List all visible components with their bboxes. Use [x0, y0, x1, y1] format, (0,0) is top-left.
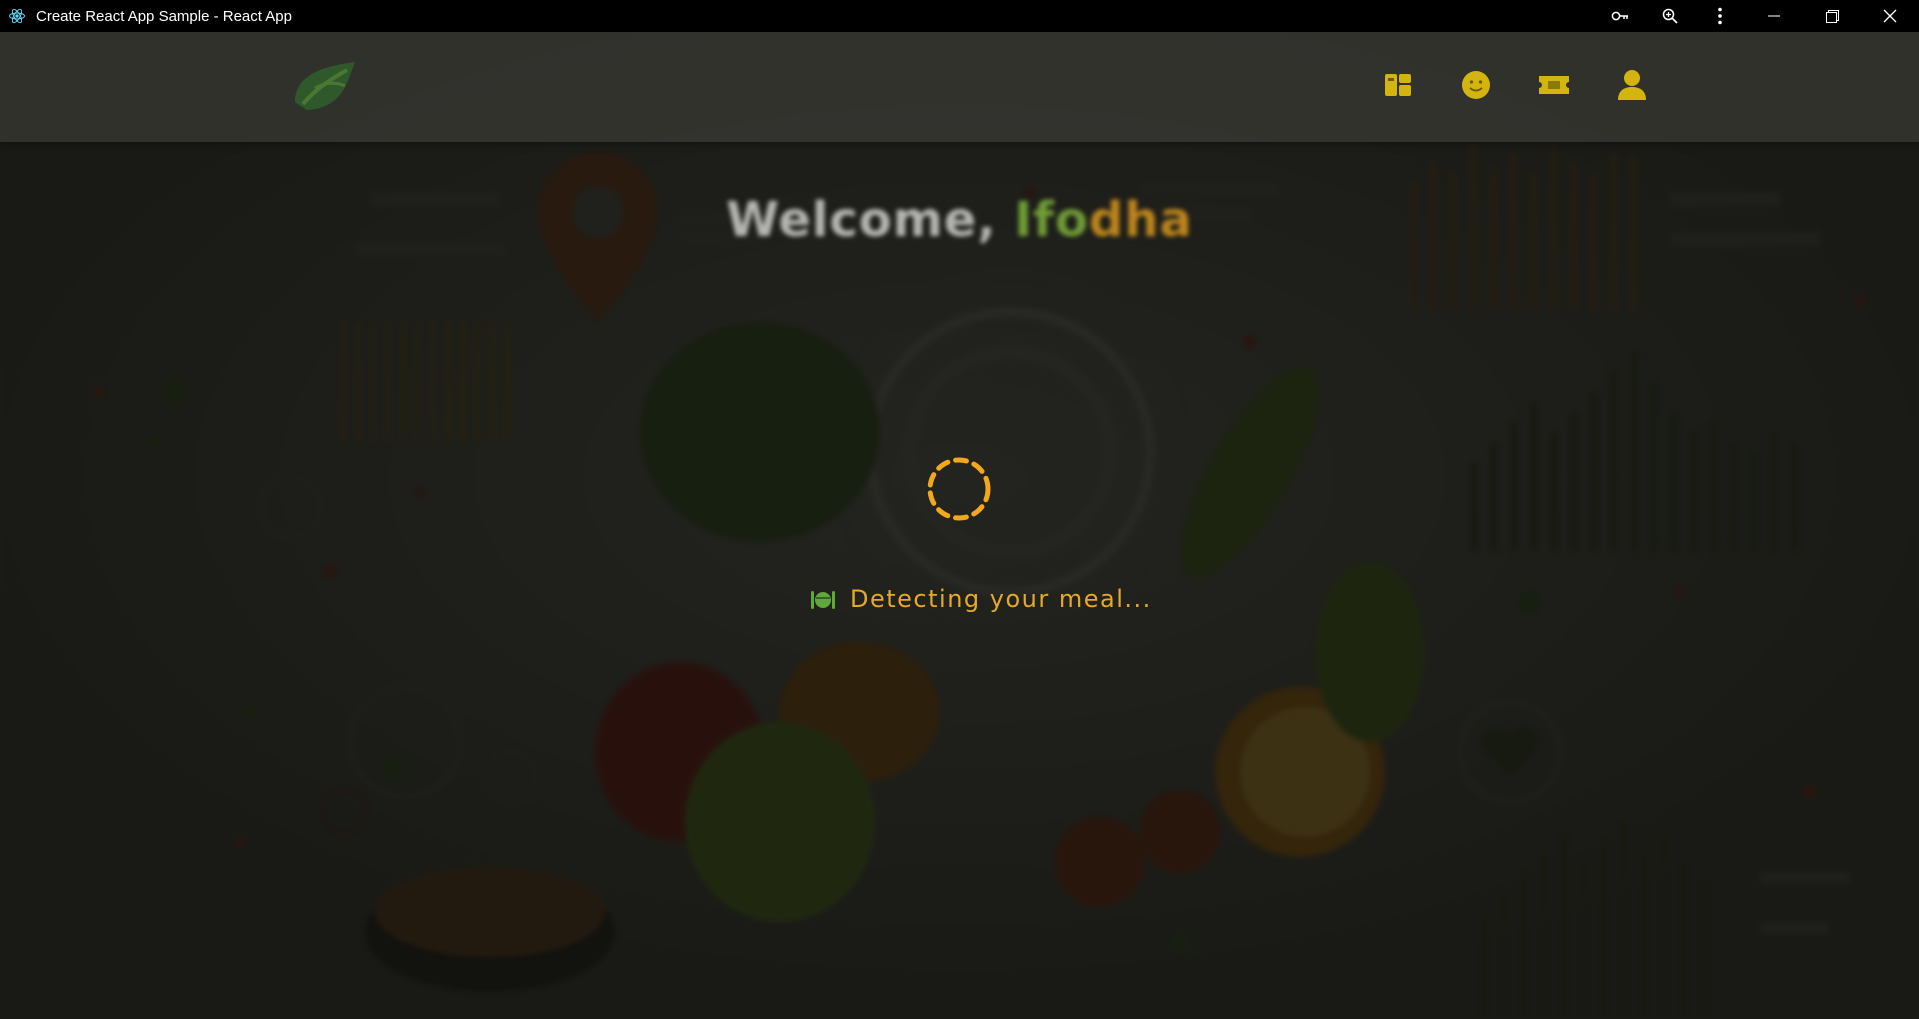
- welcome-heading: Welcome, Ifodha: [0, 192, 1919, 248]
- loading-spinner: [927, 457, 991, 521]
- window-title-bar: Create React App Sample - React App: [0, 0, 1919, 32]
- minimize-icon: [1768, 15, 1780, 17]
- more-vertical-icon: [1718, 7, 1722, 25]
- loading-overlay: [0, 32, 1919, 1019]
- dashboard-icon: [1385, 74, 1411, 96]
- zoom-icon: [1662, 8, 1678, 24]
- detecting-message: Detecting your meal...: [850, 585, 1152, 613]
- welcome-greeting: Welcome,: [726, 192, 1015, 248]
- user-name-part2: dha: [1088, 192, 1193, 248]
- header-nav: [1380, 67, 1650, 103]
- profile-button[interactable]: [1614, 67, 1650, 103]
- app-viewport: Welcome, Ifodha Detecting your meal...: [0, 32, 1919, 1019]
- more-options-button[interactable]: [1695, 0, 1745, 32]
- detecting-status: Detecting your meal...: [810, 585, 1152, 613]
- smile-icon: [1462, 71, 1490, 99]
- meal-icon: [811, 591, 835, 609]
- restore-icon: [1825, 9, 1839, 23]
- password-key-button[interactable]: [1595, 0, 1645, 32]
- restore-button[interactable]: [1803, 0, 1861, 32]
- dashboard-button[interactable]: [1380, 67, 1416, 103]
- ticket-button[interactable]: [1536, 67, 1572, 103]
- leaf-logo-icon[interactable]: [285, 52, 365, 120]
- user-icon: [1618, 70, 1646, 100]
- app-header: [0, 32, 1919, 142]
- user-name-part1: Ifo: [1014, 192, 1089, 248]
- react-app-icon: [9, 8, 25, 24]
- window-title: Create React App Sample - React App: [36, 7, 292, 25]
- zoom-button[interactable]: [1645, 0, 1695, 32]
- key-icon: [1611, 11, 1628, 21]
- close-button[interactable]: [1861, 0, 1919, 32]
- close-icon: [1883, 9, 1897, 23]
- mood-button[interactable]: [1458, 67, 1494, 103]
- ticket-icon: [1539, 76, 1569, 94]
- minimize-button[interactable]: [1745, 0, 1803, 32]
